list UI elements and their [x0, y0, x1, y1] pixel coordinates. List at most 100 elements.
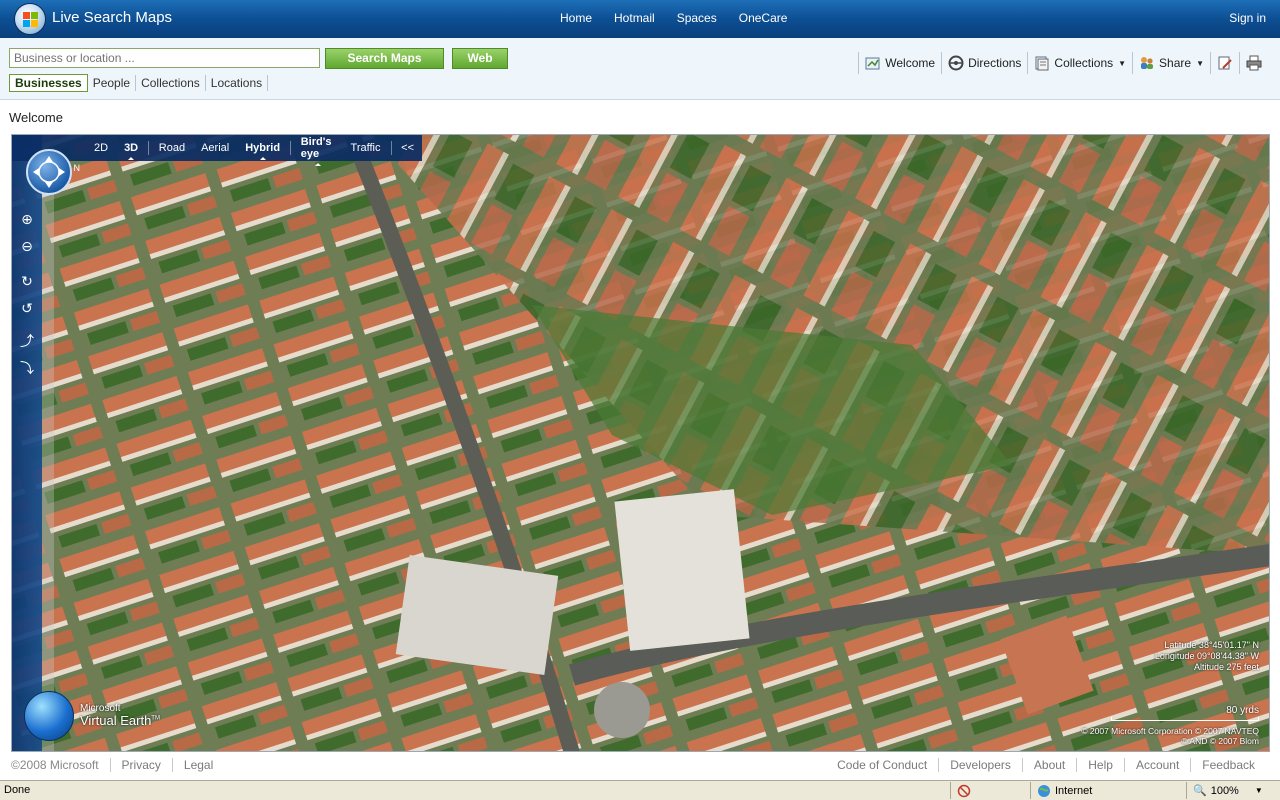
scale-label: 80 yrds	[1226, 705, 1259, 716]
map-copyright: © 2007 Microsoft Corporation © 2007 NAVT…	[1081, 726, 1259, 746]
people-icon	[1139, 55, 1155, 71]
edit-icon	[1217, 55, 1233, 71]
app-title[interactable]: Live Search Maps	[52, 9, 172, 26]
footer-link-account[interactable]: Account	[1123, 758, 1190, 772]
tab-collections[interactable]: Collections	[136, 75, 206, 91]
mode-2d[interactable]: 2D	[86, 142, 116, 154]
search-input[interactable]	[9, 48, 320, 68]
collections-button[interactable]: Collections ▼	[1027, 52, 1132, 74]
welcome-button[interactable]: Welcome	[858, 52, 941, 74]
security-cell[interactable]	[950, 782, 1030, 799]
tab-businesses[interactable]: Businesses	[9, 74, 88, 92]
zoom-cell[interactable]: 🔍 100% ▼	[1186, 782, 1276, 799]
top-nav: Home Hotmail Spaces OneCare	[560, 11, 787, 25]
share-button[interactable]: Share ▼	[1132, 52, 1210, 74]
collections-icon	[1034, 55, 1050, 71]
search-tabs: Businesses People Collections Locations	[9, 74, 269, 92]
nav-home[interactable]: Home	[560, 11, 592, 25]
map-mode-bar: 2D 3D Road Aerial Hybrid Bird's eye Traf…	[12, 135, 422, 166]
map-rail-shadow	[42, 135, 54, 751]
mode-3d[interactable]: 3D	[116, 142, 146, 160]
share-label: Share	[1159, 56, 1192, 70]
copyright-line-1: © 2007 Microsoft Corporation © 2007 NAVT…	[1081, 726, 1259, 736]
footer-link-developers[interactable]: Developers	[938, 758, 1022, 772]
tilt-up-icon[interactable]: ⤴	[18, 333, 36, 351]
collapse-controls-button[interactable]: <<	[393, 142, 422, 154]
chevron-down-icon: ▼	[1118, 58, 1127, 68]
tab-locations[interactable]: Locations	[206, 75, 269, 91]
virtual-earth-logo: Microsoft Virtual EarthTM	[24, 691, 160, 741]
divider	[148, 141, 149, 155]
ve-trademark: TM	[151, 716, 160, 723]
zone-cell[interactable]: Internet	[1030, 782, 1180, 799]
footer-copyright: ©2008 Microsoft	[11, 758, 111, 772]
zoom-label: 100%	[1210, 784, 1239, 797]
sign-in-link[interactable]: Sign in	[1229, 11, 1266, 25]
printer-icon	[1246, 55, 1262, 71]
tab-people[interactable]: People	[88, 75, 137, 91]
footer-link-feedback[interactable]: Feedback	[1190, 758, 1266, 772]
footer-link-help[interactable]: Help	[1076, 758, 1124, 772]
pan-arrows-icon	[33, 156, 65, 188]
mode-aerial[interactable]: Aerial	[193, 142, 237, 154]
mode-hybrid[interactable]: Hybrid	[237, 142, 288, 160]
directions-button[interactable]: Directions	[941, 52, 1027, 74]
footer-link-code-of-conduct[interactable]: Code of Conduct	[837, 758, 938, 772]
rotate-counterclockwise-icon[interactable]: ↺	[18, 300, 36, 318]
search-maps-button[interactable]: Search Maps	[325, 48, 444, 69]
longitude-text: Longitude 09°08'44.38" W	[1154, 650, 1259, 661]
ve-virtual-earth: Virtual Earth	[80, 713, 152, 729]
globe-icon	[24, 691, 74, 741]
scale-bar-line	[1111, 717, 1259, 721]
zoom-out-icon[interactable]: ⊖	[18, 238, 36, 256]
collections-label: Collections	[1054, 56, 1114, 70]
compass-pan-control[interactable]: N	[26, 149, 80, 195]
web-search-button[interactable]: Web	[452, 48, 508, 69]
divider	[290, 141, 291, 155]
mode-birds-eye[interactable]: Bird's eye	[293, 136, 343, 166]
divider	[390, 141, 392, 155]
footer-right: Code of Conduct Developers About Help Ac…	[837, 758, 1266, 772]
page-footer: ©2008 Microsoft Privacy Legal Code of Co…	[0, 756, 1280, 778]
edit-button[interactable]	[1210, 52, 1239, 74]
search-area: Search Maps Web Businesses People Collec…	[0, 38, 1280, 100]
map-toolbar: Welcome Directions Collections ▼ Share ▼	[858, 52, 1268, 74]
chevron-down-icon: ▼	[1196, 58, 1204, 68]
compass-north-label: N	[73, 163, 81, 173]
status-text: Done	[4, 784, 31, 796]
magnifier-icon: 🔍	[1193, 785, 1207, 797]
browser-status-bar: Done Internet 🔍 100% ▼	[0, 780, 1280, 800]
top-header: Live Search Maps Home Hotmail Spaces One…	[0, 0, 1280, 38]
nav-spaces[interactable]: Spaces	[677, 11, 717, 25]
popup-blocked-icon	[957, 784, 971, 797]
latitude-text: Latitude 38°45'01.17" N	[1164, 640, 1259, 650]
mode-road[interactable]: Road	[151, 142, 193, 154]
mode-traffic[interactable]: Traffic	[343, 142, 389, 154]
nav-hotmail[interactable]: Hotmail	[614, 11, 655, 25]
footer-left: ©2008 Microsoft Privacy Legal	[11, 758, 224, 772]
tilt-down-icon[interactable]: ⤵	[18, 360, 36, 378]
zoom-in-icon[interactable]: ⊕	[18, 211, 36, 229]
print-button[interactable]	[1239, 52, 1268, 74]
internet-globe-icon	[1038, 784, 1050, 797]
windows-logo-icon[interactable]	[14, 3, 46, 35]
copyright-line-2: © AND © 2007 Blom	[1181, 736, 1259, 747]
welcome-label: Welcome	[885, 56, 936, 70]
coordinates-readout: Latitude 38°45'01.17" N Longitude 09°08'…	[1155, 640, 1259, 672]
steering-wheel-icon	[948, 55, 964, 71]
zone-label: Internet	[1055, 784, 1093, 797]
map-view[interactable]: 2D 3D Road Aerial Hybrid Bird's eye Traf…	[11, 134, 1270, 752]
nav-onecare[interactable]: OneCare	[739, 11, 788, 25]
rotate-clockwise-icon[interactable]: ↻	[18, 273, 36, 291]
virtual-earth-wordmark: Microsoft Virtual EarthTM	[80, 703, 160, 729]
directions-label: Directions	[968, 56, 1022, 70]
aerial-imagery[interactable]	[12, 135, 1270, 752]
footer-link-about[interactable]: About	[1021, 758, 1076, 772]
altitude-text: Altitude 275 feet	[1193, 661, 1259, 672]
welcome-icon	[865, 55, 881, 71]
chevron-down-icon: ▼	[1254, 786, 1263, 795]
scale-bar: 80 yrds	[1111, 705, 1259, 721]
page-title: Welcome	[9, 110, 63, 125]
footer-link-legal[interactable]: Legal	[171, 758, 224, 772]
footer-link-privacy[interactable]: Privacy	[111, 758, 172, 772]
